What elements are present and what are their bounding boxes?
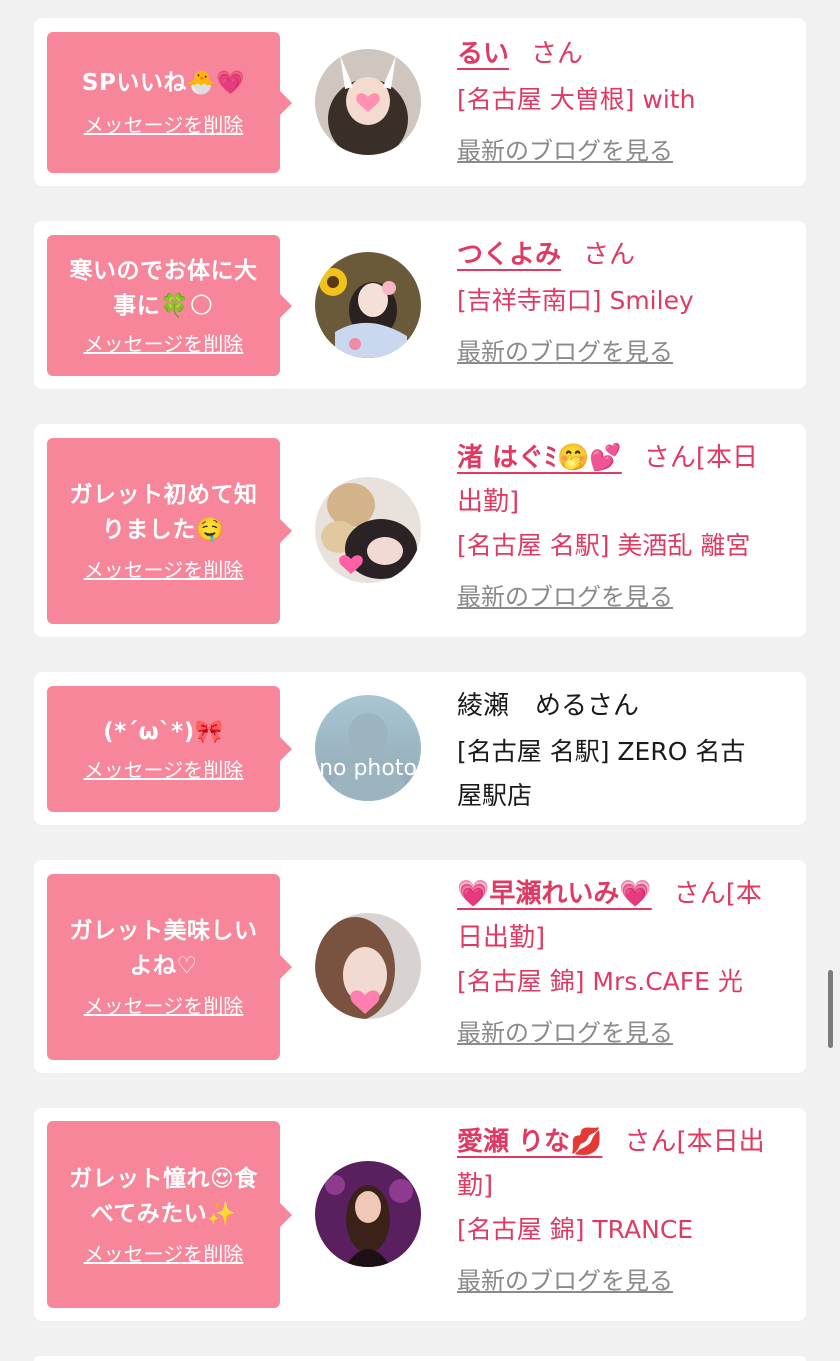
name-line: つくよみ さん <box>457 233 797 277</box>
name-emoji: 💋 <box>570 1127 603 1157</box>
avatar[interactable] <box>315 49 421 155</box>
shop-info: [名古屋 大曽根] with <box>457 85 696 114</box>
message-text: (*´ω`*)🎀 <box>103 718 224 745</box>
message-card: 寒いのでお体に大 事に🍀🌕 メッセージを削除 つくよみ さん [吉祥寺南口] Sm… <box>34 221 806 389</box>
cast-info: 💗早瀬れいみ💗 さん[本 日出勤] [名古屋 錦] Mrs.CAFE 光 最新のブ… <box>457 872 797 1050</box>
no-photo-text: no photo <box>319 756 417 781</box>
message-text: りました🤤 <box>101 517 226 543</box>
latest-blog-link[interactable]: 最新のブログを見る <box>457 1264 673 1298</box>
message-bubble: SPいいね🐣💗 メッセージを削除 <box>47 32 292 173</box>
work-status: [本日 <box>695 443 758 473</box>
message-text: よね♡ <box>129 953 198 979</box>
message-text: ガレット初めて知 <box>69 482 258 508</box>
latest-blog-link[interactable]: 最新のブログを見る <box>457 1016 673 1050</box>
work-status: 勤] <box>457 1171 494 1201</box>
message-bubble: 寒いのでお体に大 事に🍀🌕 メッセージを削除 <box>47 235 292 376</box>
delete-message-link[interactable]: メッセージを削除 <box>84 330 244 358</box>
message-bubble: ガレット美味しい よね♡ メッセージを削除 <box>47 874 292 1060</box>
message-card-partial <box>34 1356 806 1361</box>
latest-blog-link[interactable]: 最新のブログを見る <box>457 580 673 614</box>
message-card: ガレット美味しい よね♡ メッセージを削除 💗早瀬れいみ💗 さん[本 日出勤] [… <box>34 860 806 1073</box>
delete-message-link[interactable]: メッセージを削除 <box>84 756 244 784</box>
work-status: 出勤] <box>457 487 520 517</box>
shop-info: [名古屋 錦] TRANCE <box>457 1215 694 1244</box>
cast-info: 綾瀬 めるさん [名古屋 名駅] ZERO 名古 屋駅店 <box>457 684 797 818</box>
name-emoji: ﾐ🤭💕 <box>544 443 622 473</box>
cast-name-link[interactable]: つくよみ <box>457 240 561 270</box>
work-status: [本 <box>725 879 762 909</box>
message-card: ガレット初めて知 りました🤤 メッセージを削除 渚 はぐﾐ🤭💕 さん[本日 出勤]… <box>34 424 806 637</box>
avatar-photo <box>315 252 421 358</box>
avatar-photo <box>315 913 421 1019</box>
avatar[interactable] <box>315 252 421 358</box>
honorific: さん <box>624 1127 677 1157</box>
cast-name: 綾瀬 める <box>457 691 588 721</box>
cast-info: るい さん [名古屋 大曽根] with 最新のブログを見る <box>457 32 797 168</box>
name-line: 綾瀬 めるさん <box>457 684 797 728</box>
message-card: (*´ω`*)🎀 メッセージを削除 no photo 綾瀬 めるさん [名古屋 … <box>34 672 806 825</box>
message-text: ガレット美味しい <box>69 918 258 944</box>
name-line: 💗早瀬れいみ💗 さん[本 <box>457 872 797 916</box>
work-status: [本日出 <box>676 1127 765 1157</box>
scrollbar[interactable] <box>828 970 833 1048</box>
shop-info: [名古屋 錦] Mrs.CAFE 光 <box>457 967 743 996</box>
message-text: ガレット憧れ😍食 <box>69 1165 258 1192</box>
honorific: さん <box>583 240 636 270</box>
name-line: 愛瀬 りな💋 さん[本日出 <box>457 1120 797 1164</box>
name-line: るい さん <box>457 32 797 76</box>
cast-name-link[interactable]: 愛瀬 りな💋 <box>457 1127 602 1157</box>
message-bubble: ガレット初めて知 りました🤤 メッセージを削除 <box>47 438 292 624</box>
avatar-photo <box>315 477 421 583</box>
message-text: 寒いのでお体に大 <box>69 257 258 284</box>
cast-info: つくよみ さん [吉祥寺南口] Smiley 最新のブログを見る <box>457 233 797 369</box>
shop-info: [吉祥寺南口] Smiley <box>457 286 694 315</box>
shop-info: [名古屋 名駅] ZERO 名古 <box>457 737 746 766</box>
avatar[interactable] <box>315 913 421 1019</box>
delete-message-link[interactable]: メッセージを削除 <box>84 1240 244 1268</box>
honorific: さん <box>673 879 726 909</box>
honorific: さん <box>587 691 640 721</box>
delete-message-link[interactable]: メッセージを削除 <box>84 111 244 139</box>
cast-name: 渚 はぐ <box>457 443 545 473</box>
honorific: さん <box>643 443 696 473</box>
message-bubble: (*´ω`*)🎀 メッセージを削除 <box>47 686 292 812</box>
message-text: 事に🍀🌕 <box>113 292 214 319</box>
cast-info: 渚 はぐﾐ🤭💕 さん[本日 出勤] [名古屋 名駅] 美酒乱 離宮 最新のブログを… <box>457 436 797 614</box>
cast-name-link[interactable]: 💗早瀬れいみ💗 <box>457 879 652 909</box>
message-card: ガレット憧れ😍食 べてみたい✨ メッセージを削除 愛瀬 りな💋 さん[本日出 勤]… <box>34 1108 806 1321</box>
avatar[interactable] <box>315 1161 421 1267</box>
no-photo-avatar: no photo <box>315 695 421 801</box>
message-bubble: ガレット憧れ😍食 べてみたい✨ メッセージを削除 <box>47 1121 292 1308</box>
cast-name-link[interactable]: るい <box>457 39 509 69</box>
delete-message-link[interactable]: メッセージを削除 <box>84 992 244 1020</box>
latest-blog-link[interactable]: 最新のブログを見る <box>457 335 673 369</box>
honorific: さん <box>531 39 584 69</box>
message-text: SPいいね🐣💗 <box>81 70 246 96</box>
shop-info: 屋駅店 <box>457 781 533 810</box>
avatar-photo <box>315 49 421 155</box>
delete-message-link[interactable]: メッセージを削除 <box>84 556 244 584</box>
avatar: no photo <box>315 695 421 801</box>
work-status: 日出勤] <box>457 923 546 953</box>
name-line: 渚 はぐﾐ🤭💕 さん[本日 <box>457 436 797 480</box>
message-list: SPいいね🐣💗 メッセージを削除 るい さん [名古屋 大曽根] with 最新の… <box>0 0 840 1361</box>
avatar-photo <box>315 1161 421 1267</box>
cast-name-link[interactable]: 渚 はぐﾐ🤭💕 <box>457 443 622 473</box>
cast-info: 愛瀬 りな💋 さん[本日出 勤] [名古屋 錦] TRANCE 最新のブログを見る <box>457 1120 797 1298</box>
shop-info: [名古屋 名駅] 美酒乱 離宮 <box>457 531 751 560</box>
latest-blog-link[interactable]: 最新のブログを見る <box>457 134 673 168</box>
message-text: べてみたい✨ <box>90 1200 237 1227</box>
message-card: SPいいね🐣💗 メッセージを削除 るい さん [名古屋 大曽根] with 最新の… <box>34 18 806 186</box>
cast-name: 愛瀬 りな <box>457 1127 571 1157</box>
avatar[interactable] <box>315 477 421 583</box>
